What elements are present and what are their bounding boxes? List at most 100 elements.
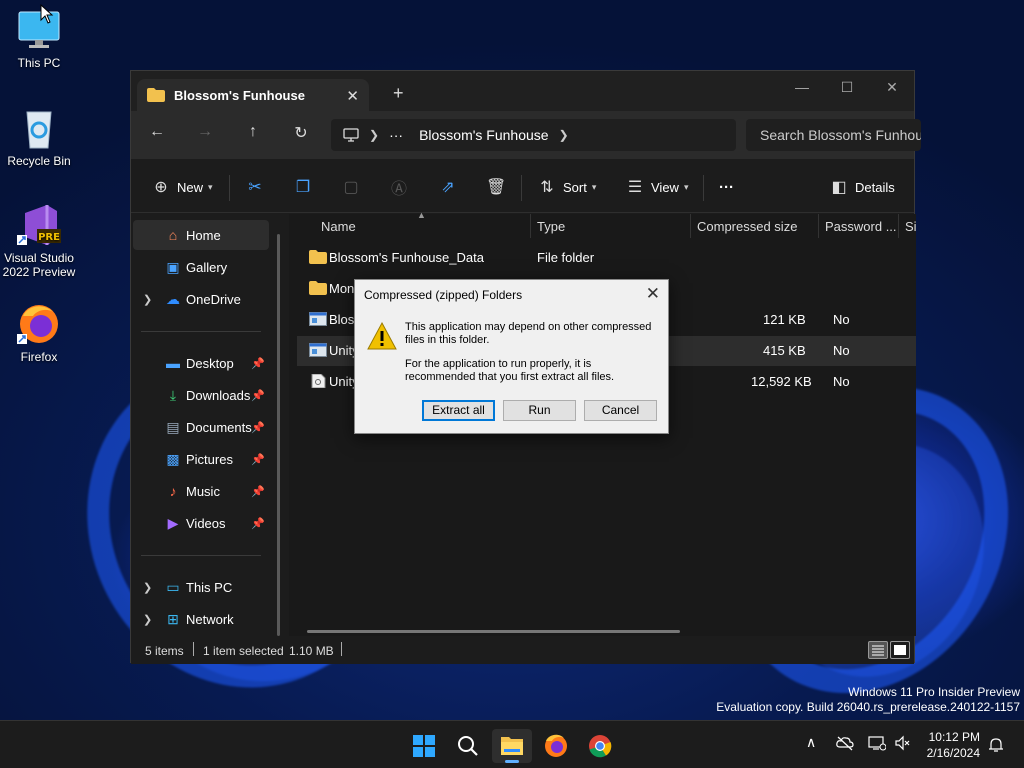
notification-bell-icon[interactable]: [988, 737, 1004, 753]
pin-icon: 📌: [251, 357, 265, 370]
new-tab-button[interactable]: +: [393, 83, 404, 104]
sidebar-item-this-pc[interactable]: ❯ ▭ This PC: [133, 572, 269, 602]
paste-icon: ▢: [343, 179, 359, 196]
sidebar-item-music[interactable]: ♪ Music 📌: [133, 476, 269, 506]
file-compressed-size: 415 KB: [763, 343, 806, 358]
chevron-right-icon[interactable]: ❯: [143, 613, 152, 626]
table-row[interactable]: Blossom's Funhouse_Data File folder: [297, 243, 916, 273]
run-button[interactable]: Run: [503, 400, 576, 421]
start-button[interactable]: [404, 729, 444, 763]
sidebar-item-onedrive[interactable]: ❯ ☁ OneDrive: [133, 284, 269, 314]
new-button[interactable]: ⊕ New ▾: [151, 177, 213, 197]
copy-button[interactable]: ❐: [293, 177, 313, 197]
monitor-icon: [343, 128, 359, 142]
copy-icon: ❐: [295, 179, 311, 196]
compressed-folders-dialog: Compressed (zipped) Folders ✕ This appli…: [354, 279, 669, 434]
tab-close-button[interactable]: ✕: [346, 87, 359, 105]
sort-button[interactable]: ⇅ Sort ▾: [537, 177, 596, 197]
system-clock[interactable]: 10:12 PM 2/16/2024: [927, 729, 980, 761]
back-button[interactable]: ←: [145, 123, 169, 141]
see-more-button[interactable]: ···: [719, 177, 734, 197]
chevron-down-icon: ▾: [208, 181, 213, 192]
minimize-button[interactable]: —: [782, 79, 822, 95]
breadcrumb-current[interactable]: Blossom's Funhouse: [419, 127, 549, 143]
sidebar-item-gallery[interactable]: ▣ Gallery: [133, 252, 269, 282]
file-name: Blossom's Funhouse_Data: [329, 250, 484, 265]
chevron-right-icon[interactable]: ❯: [143, 581, 152, 594]
desktop-icon-recycle-bin[interactable]: Recycle Bin: [1, 106, 77, 168]
chevron-right-icon: ❯: [369, 128, 380, 142]
breadcrumb-more[interactable]: ···: [389, 127, 403, 143]
pin-icon: 📌: [251, 389, 265, 402]
up-button[interactable]: ↑: [241, 123, 265, 141]
downloads-icon: ⤓: [169, 386, 177, 403]
sidebar-item-documents[interactable]: ▤ Documents 📌: [133, 412, 269, 442]
svg-text:PRE: PRE: [38, 232, 60, 243]
tiles-view-button[interactable]: [890, 641, 910, 659]
column-header-password[interactable]: Password ...: [819, 214, 899, 238]
sidebar-item-videos[interactable]: ▶ Videos 📌: [133, 508, 269, 538]
navpane-scrollbar[interactable]: [277, 234, 280, 636]
desktop-icon-this-pc[interactable]: This PC: [1, 8, 77, 70]
details-button[interactable]: ◧ Details: [829, 177, 894, 197]
cancel-button[interactable]: Cancel: [584, 400, 657, 421]
details-pane-icon: ◧: [831, 179, 847, 196]
maximize-button[interactable]: ☐: [827, 79, 867, 96]
taskbar-chrome[interactable]: [580, 729, 620, 763]
volume-muted-icon[interactable]: [894, 735, 912, 751]
cut-button[interactable]: ✂: [245, 177, 265, 197]
taskbar-file-explorer[interactable]: [492, 729, 532, 763]
sidebar-item-downloads[interactable]: ⤓ Downloads 📌: [133, 380, 269, 410]
close-button[interactable]: ✕: [872, 79, 912, 96]
tiles-view-icon: [894, 645, 906, 655]
desktop-icon-visual-studio[interactable]: PRE Visual Studio 2022 Preview: [1, 203, 77, 279]
column-header-compressed-size[interactable]: Compressed size: [691, 214, 819, 238]
scissors-icon: ✂: [248, 179, 262, 196]
forward-button[interactable]: →: [193, 123, 217, 141]
mouse-cursor-icon: [40, 4, 54, 24]
status-bar: 5 items 1 item selected 1.10 MB: [131, 636, 914, 664]
file-type: File folder: [537, 250, 595, 265]
taskbar-firefox[interactable]: [536, 729, 576, 763]
onedrive-offline-icon[interactable]: [836, 735, 854, 751]
sidebar-item-desktop[interactable]: ▬ Desktop 📌: [133, 348, 269, 378]
this-pc-icon: ▭: [166, 578, 180, 595]
sidebar-item-pictures[interactable]: ▩ Pictures 📌: [133, 444, 269, 474]
delete-button[interactable]: 🗑: [486, 177, 506, 197]
search-input[interactable]: Search Blossom's Funhouse: [746, 119, 921, 151]
search-button[interactable]: [448, 729, 488, 763]
extract-all-button[interactable]: Extract all: [422, 400, 495, 421]
address-bar[interactable]: ❯ ··· Blossom's Funhouse ❯: [331, 119, 736, 151]
paste-button[interactable]: ▢: [341, 177, 361, 197]
column-header-size[interactable]: Si: [899, 214, 916, 238]
pin-icon: 📌: [251, 517, 265, 530]
chevron-right-icon[interactable]: ❯: [143, 293, 152, 306]
view-button[interactable]: ☰ View ▾: [625, 177, 689, 197]
status-selection: 1 item selected: [203, 644, 284, 658]
monitor-icon: [17, 8, 61, 52]
column-header-type[interactable]: Type: [531, 214, 691, 238]
folder-icon: [147, 88, 165, 102]
tab-blossoms-funhouse[interactable]: Blossom's Funhouse ✕: [137, 79, 369, 111]
pin-icon: 📌: [251, 453, 265, 466]
windows-logo-icon: [413, 735, 435, 757]
desktop-icon-firefox[interactable]: Firefox: [1, 302, 77, 364]
share-button[interactable]: ⇗: [438, 177, 458, 197]
details-view-button[interactable]: [868, 641, 888, 659]
folder-icon: [309, 281, 327, 295]
sidebar-item-network[interactable]: ❯ ⊞ Network: [133, 604, 269, 634]
dialog-close-button[interactable]: ✕: [646, 284, 660, 304]
file-explorer-icon: [501, 737, 523, 755]
dialog-title: Compressed (zipped) Folders: [364, 288, 523, 302]
column-header-name[interactable]: Name: [315, 214, 531, 238]
sidebar-item-home[interactable]: ⌂ Home: [133, 220, 269, 250]
firefox-icon: [17, 302, 61, 346]
tray-overflow-button[interactable]: ∧: [806, 735, 816, 751]
chevron-down-icon: ▾: [591, 181, 597, 192]
refresh-button[interactable]: ↻: [289, 123, 313, 143]
rename-button[interactable]: Ⓐ: [389, 177, 409, 198]
network-status-icon[interactable]: [868, 735, 886, 751]
pin-icon: 📌: [251, 421, 265, 434]
dialog-message-secondary: For the application to run properly, it …: [405, 358, 615, 383]
horizontal-scrollbar[interactable]: [307, 630, 680, 633]
